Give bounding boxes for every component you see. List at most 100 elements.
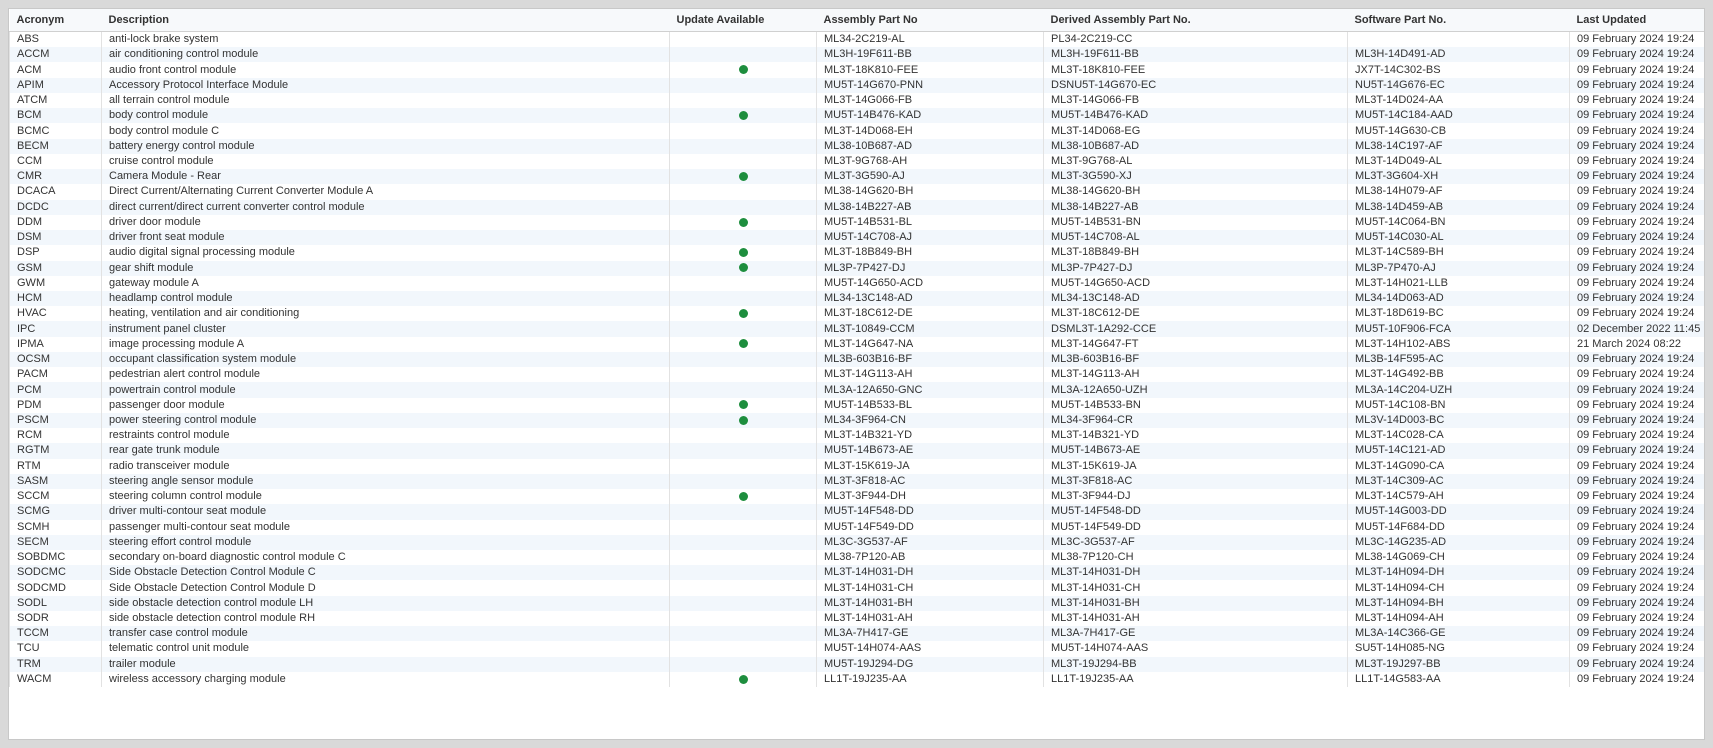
cell-last-updated: 09 February 2024 19:24: [1569, 199, 1704, 215]
table-row[interactable]: SCMH passenger multi-contour seat module M…: [9, 519, 1704, 535]
cell-software-part-no: ML3A-14C204-UZH: [1347, 382, 1570, 398]
cell-last-updated: 09 February 2024 19:24: [1569, 230, 1704, 246]
column-header-acronym[interactable]: Acronym: [9, 9, 102, 32]
cell-derived-assembly-part-no: ML3A-12A650-UZH: [1043, 382, 1348, 398]
table-row[interactable]: WACM wireless accessory charging module LL…: [9, 671, 1704, 688]
table-row[interactable]: TRM trailer module MU5T-19J294-DG ML3T-19J2…: [9, 656, 1704, 672]
cell-last-updated: 09 February 2024 19:24: [1569, 382, 1704, 398]
cell-description: steering effort control module: [101, 534, 670, 550]
column-header-derived-assembly-part-no[interactable]: Derived Assembly Part No.: [1043, 9, 1348, 32]
cell-description: power steering control module: [101, 412, 670, 429]
modules-table-panel: Acronym Description Update Available Ass…: [8, 8, 1705, 740]
cell-description: driver front seat module: [101, 230, 670, 246]
cell-description: gear shift module: [101, 260, 670, 276]
table-row[interactable]: PCM powertrain control module ML3A-12A650-…: [9, 382, 1704, 398]
column-header-update-available[interactable]: Update Available: [669, 9, 817, 32]
cell-software-part-no: ML3A-14C366-GE: [1347, 626, 1570, 642]
table-row[interactable]: ACM audio front control module ML3T-18K810…: [9, 62, 1704, 78]
cell-acronym: TRM: [9, 656, 102, 672]
table-row[interactable]: GSM gear shift module ML3P-7P427-DJ ML3P-7P…: [9, 260, 1704, 276]
cell-derived-assembly-part-no: ML3T-19J294-BB: [1043, 656, 1348, 672]
table-row[interactable]: PSCM power steering control module ML34-3F…: [9, 412, 1704, 429]
cell-software-part-no: ML3T-14G090-CA: [1347, 458, 1570, 474]
table-row[interactable]: SASM steering angle sensor module ML3T-3F8…: [9, 473, 1704, 490]
cell-derived-assembly-part-no: MU5T-14B533-BN: [1043, 397, 1348, 413]
table-row[interactable]: PACM pedestrian alert control module ML3T-…: [9, 367, 1704, 383]
table-row[interactable]: SODR side obstacle detection control modu…: [9, 610, 1704, 627]
cell-description: radio transceiver module: [101, 458, 670, 474]
column-header-software-part-no[interactable]: Software Part No.: [1347, 9, 1570, 32]
cell-software-part-no: ML38-14D459-AB: [1347, 199, 1570, 215]
table-row[interactable]: RTM radio transceiver module ML3T-15K619-J…: [9, 458, 1704, 474]
cell-update-available: [669, 31, 817, 48]
table-row[interactable]: DCACA Direct Current/Alternating Current …: [9, 184, 1704, 200]
cell-derived-assembly-part-no: MU5T-14H074-AAS: [1043, 641, 1348, 657]
cell-description: battery energy control module: [101, 138, 670, 154]
table-row[interactable]: SCCM steering column control module ML3T-3…: [9, 489, 1704, 505]
column-header-assembly-part-no[interactable]: Assembly Part No: [816, 9, 1044, 32]
cell-description: trailer module: [101, 656, 670, 672]
table-row[interactable]: TCCM transfer case control module ML3A-7H4…: [9, 626, 1704, 642]
cell-derived-assembly-part-no: ML3T-14G066-FB: [1043, 92, 1348, 109]
table-row[interactable]: SODL side obstacle detection control modu…: [9, 595, 1704, 611]
cell-acronym: SASM: [9, 473, 102, 490]
cell-acronym: RTM: [9, 458, 102, 474]
table-row[interactable]: IPC instrument panel cluster ML3T-10849-CC…: [9, 321, 1704, 337]
cell-update-available: [669, 92, 817, 109]
table-row[interactable]: IPMA image processing module A ML3T-14G647…: [9, 336, 1704, 352]
cell-description: Side Obstacle Detection Control Module D: [101, 580, 670, 596]
column-header-description[interactable]: Description: [101, 9, 670, 32]
cell-acronym: SODR: [9, 610, 102, 627]
table-row[interactable]: DCDC direct current/direct current conver…: [9, 199, 1704, 215]
table-row[interactable]: ABS anti-lock brake system ML34-2C219-AL PL…: [9, 31, 1704, 48]
cell-derived-assembly-part-no: MU5T-14B673-AE: [1043, 443, 1348, 459]
cell-description: telematic control unit module: [101, 641, 670, 657]
table-row[interactable]: SOBDMC secondary on-board diagnostic cont…: [9, 549, 1704, 566]
table-row[interactable]: PDM passenger door module MU5T-14B533-BL MU…: [9, 397, 1704, 413]
cell-software-part-no: ML3T-14H102-ABS: [1347, 336, 1570, 352]
cell-software-part-no: MU5T-14C108-BN: [1347, 397, 1570, 413]
table-row[interactable]: CMR Camera Module - Rear ML3T-3G590-AJ ML3T…: [9, 169, 1704, 185]
column-header-last-updated[interactable]: Last Updated: [1569, 9, 1704, 32]
table-row[interactable]: HVAC heating, ventilation and air conditi…: [9, 306, 1704, 322]
table-row[interactable]: RGTM rear gate trunk module MU5T-14B673-AE…: [9, 443, 1704, 459]
table-row[interactable]: HCM headlamp control module ML34-13C148-AD…: [9, 290, 1704, 307]
table-row[interactable]: RCM restraints control module ML3T-14B321-…: [9, 428, 1704, 444]
table-row[interactable]: APIM Accessory Protocol Interface Module M…: [9, 77, 1704, 93]
table-row[interactable]: DDM driver door module MU5T-14B531-BL MU5T-…: [9, 214, 1704, 231]
cell-update-available: [669, 275, 817, 291]
table-row[interactable]: BCMC body control module C ML3T-14D068-EH M…: [9, 123, 1704, 139]
cell-acronym: HCM: [9, 290, 102, 307]
table-row[interactable]: SODCMC Side Obstacle Detection Control Mo…: [9, 565, 1704, 581]
table-row[interactable]: SODCMD Side Obstacle Detection Control Mo…: [9, 580, 1704, 596]
table-row[interactable]: BCM body control module MU5T-14B476-KAD MU5…: [9, 108, 1704, 124]
table-row[interactable]: DSM driver front seat module MU5T-14C708-A…: [9, 230, 1704, 246]
cell-description: image processing module A: [101, 336, 670, 352]
table-row[interactable]: SECM steering effort control module ML3C-3…: [9, 534, 1704, 550]
table-row[interactable]: DSP audio digital signal processing modul…: [9, 245, 1704, 261]
cell-description: cruise control module: [101, 153, 670, 170]
cell-last-updated: 09 February 2024 19:24: [1569, 641, 1704, 657]
cell-update-available: [669, 595, 817, 611]
cell-assembly-part-no: ML38-14B227-AB: [816, 199, 1044, 215]
cell-description: audio digital signal processing module: [101, 245, 670, 261]
update-available-indicator-icon: [738, 217, 748, 227]
cell-update-available: [669, 230, 817, 246]
cell-software-part-no: ML3T-3G604-XH: [1347, 169, 1570, 185]
cell-last-updated: 09 February 2024 19:24: [1569, 138, 1704, 154]
table-row[interactable]: ACCM air conditioning control module ML3H-…: [9, 47, 1704, 63]
cell-last-updated: 09 February 2024 19:24: [1569, 458, 1704, 474]
cell-software-part-no: ML38-14G069-CH: [1347, 549, 1570, 566]
table-row[interactable]: GWM gateway module A MU5T-14G650-ACD MU5T-1…: [9, 275, 1704, 291]
update-available-indicator-icon: [738, 415, 748, 425]
table-row[interactable]: TCU telematic control unit module MU5T-14H…: [9, 641, 1704, 657]
cell-assembly-part-no: ML3T-14B321-YD: [816, 428, 1044, 444]
cell-update-available: [669, 626, 817, 642]
table-row[interactable]: SCMG driver multi-contour seat module MU5T…: [9, 504, 1704, 520]
cell-acronym: SODL: [9, 595, 102, 611]
table-row[interactable]: ATCM all terrain control module ML3T-14G06…: [9, 92, 1704, 109]
table-row[interactable]: OCSM occupant classification system modul…: [9, 351, 1704, 368]
table-row[interactable]: BECM battery energy control module ML38-10…: [9, 138, 1704, 154]
table-row[interactable]: CCM cruise control module ML3T-9G768-AH ML3…: [9, 153, 1704, 170]
cell-last-updated: 09 February 2024 19:24: [1569, 367, 1704, 383]
